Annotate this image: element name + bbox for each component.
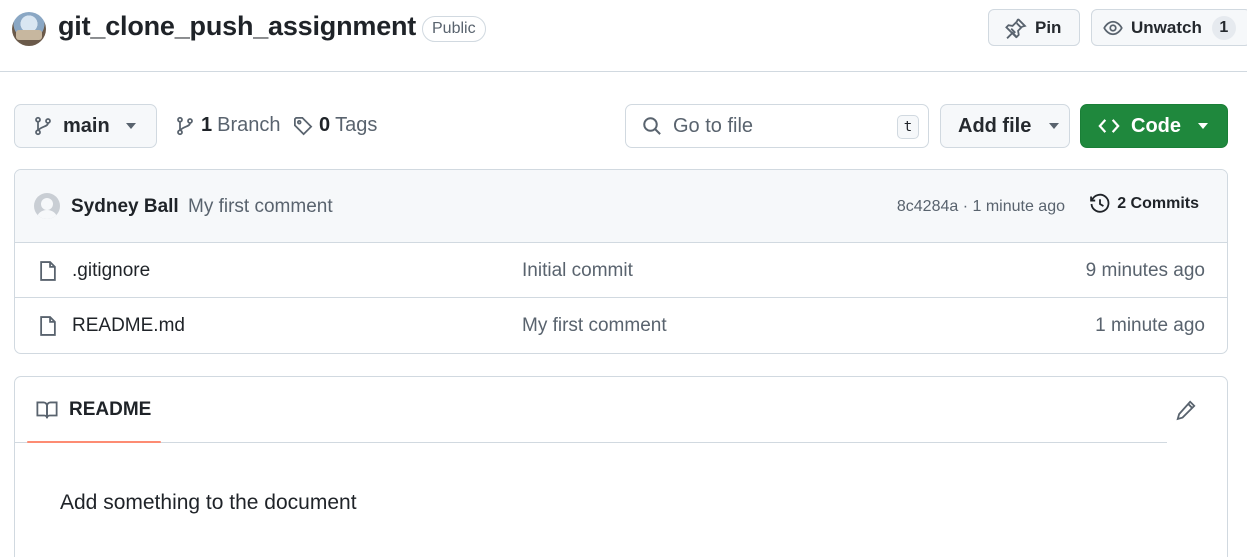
book-icon bbox=[36, 401, 58, 419]
pin-label: Pin bbox=[1035, 17, 1062, 37]
branch-name: main bbox=[63, 114, 110, 137]
history-icon bbox=[1090, 193, 1110, 213]
file-browser: Sydney Ball My first comment 8c4284a · 1… bbox=[14, 169, 1228, 354]
eye-icon bbox=[1103, 20, 1123, 35]
unwatch-label: Unwatch bbox=[1131, 17, 1202, 37]
chevron-down-icon bbox=[1049, 123, 1060, 129]
file-icon bbox=[40, 261, 56, 281]
commits-link[interactable]: 2 Commits bbox=[1089, 193, 1199, 215]
code-icon bbox=[1098, 119, 1120, 133]
file-row[interactable]: .gitignore Initial commit 9 minutes ago bbox=[15, 243, 1227, 298]
file-commit-message[interactable]: My first comment bbox=[522, 315, 667, 337]
watch-count: 1 bbox=[1211, 15, 1236, 40]
branch-count: 1 bbox=[201, 114, 213, 136]
file-row[interactable]: README.md My first comment 1 minute ago bbox=[15, 298, 1227, 353]
branch-selector[interactable]: main bbox=[14, 104, 157, 148]
tag-icon bbox=[294, 116, 313, 135]
add-file-label: Add file bbox=[958, 114, 1032, 137]
tag-word: Tags bbox=[335, 114, 378, 136]
go-to-file-placeholder: Go to file bbox=[673, 114, 754, 137]
pin-icon bbox=[1005, 17, 1027, 39]
tab-readme[interactable]: README bbox=[36, 399, 151, 421]
add-file-button[interactable]: Add file bbox=[940, 104, 1070, 148]
file-commit-time: 9 minutes ago bbox=[1085, 260, 1205, 281]
search-icon bbox=[643, 117, 661, 135]
file-name[interactable]: .gitignore bbox=[72, 260, 150, 282]
file-name[interactable]: README.md bbox=[72, 315, 185, 337]
latest-commit-bar: Sydney Ball My first comment 8c4284a · 1… bbox=[15, 170, 1227, 243]
go-to-file-input[interactable]: Go to file t bbox=[625, 104, 929, 148]
repo-title[interactable]: git_clone_push_assignment bbox=[58, 11, 416, 42]
chevron-down-icon bbox=[1198, 123, 1208, 129]
readme-tab-label: README bbox=[69, 399, 152, 420]
commit-message[interactable]: My first comment bbox=[188, 196, 333, 218]
pin-button[interactable]: Pin bbox=[988, 9, 1080, 46]
branches-link[interactable]: 1 Branch bbox=[175, 114, 281, 137]
chevron-down-icon bbox=[125, 123, 136, 129]
shortcut-key: t bbox=[897, 115, 919, 139]
tag-count: 0 bbox=[319, 114, 331, 136]
readme-header: README bbox=[15, 377, 1167, 443]
readme-content: Add something to the document bbox=[60, 491, 357, 514]
active-tab-indicator bbox=[27, 441, 161, 443]
unwatch-button[interactable]: Unwatch 1 bbox=[1091, 9, 1247, 46]
tags-link[interactable]: 0 Tags bbox=[293, 114, 377, 137]
readme-panel: README Add something to the document bbox=[14, 376, 1228, 557]
author-avatar[interactable] bbox=[34, 193, 60, 219]
git-branch-icon bbox=[35, 116, 51, 136]
visibility-badge: Public bbox=[422, 16, 486, 42]
file-commit-time: 1 minute ago bbox=[1095, 315, 1205, 336]
commit-author[interactable]: Sydney Ball bbox=[71, 196, 179, 218]
code-button[interactable]: Code bbox=[1080, 104, 1228, 148]
code-label: Code bbox=[1131, 114, 1181, 137]
file-commit-message[interactable]: Initial commit bbox=[522, 260, 633, 282]
repo-header: git_clone_push_assignment Public Pin Unw… bbox=[0, 0, 1247, 72]
commit-meta[interactable]: 8c4284a · 1 minute ago bbox=[897, 198, 1065, 216]
owner-avatar[interactable] bbox=[12, 12, 46, 46]
branch-word: Branch bbox=[217, 114, 281, 136]
commits-label: 2 Commits bbox=[1117, 195, 1199, 212]
pencil-icon[interactable] bbox=[1175, 399, 1197, 421]
file-icon bbox=[40, 316, 56, 336]
git-branch-icon bbox=[177, 116, 193, 135]
